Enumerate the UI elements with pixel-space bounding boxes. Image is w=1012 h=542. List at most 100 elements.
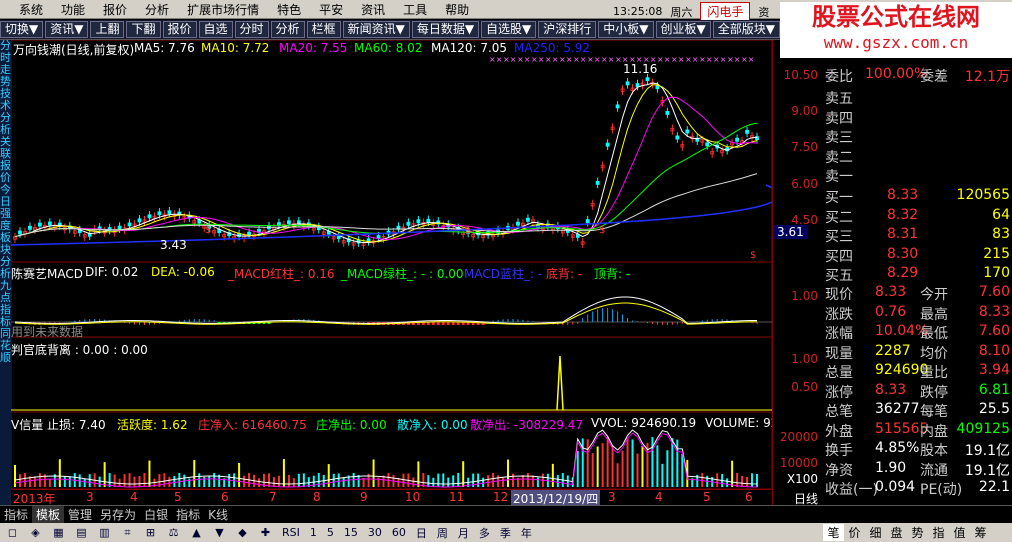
bottom-tab-6[interactable]: K线 (204, 506, 232, 523)
quote-row: 外盘 515565 内盘 409125 (825, 421, 1012, 440)
toolbar-button-8[interactable]: 栏框 (306, 21, 341, 38)
toolbar-button-5[interactable]: 自选 (198, 21, 233, 38)
quote-tab-2[interactable]: 细 (865, 524, 886, 541)
quote-tab-3[interactable]: 盘 (886, 524, 907, 541)
quote-value-a: 1.90 (875, 459, 907, 476)
candle-body (615, 104, 620, 109)
toolbar-icon-4[interactable]: ▥ (94, 524, 115, 541)
menu-item-tools[interactable]: 工具 (394, 1, 436, 18)
toolbar-button-10[interactable]: 每日数据▼ (411, 21, 480, 38)
toolbar-button-15[interactable]: 全部版块▼ (712, 21, 780, 38)
toolbar-icon-7[interactable]: ⚖ (163, 524, 184, 541)
toolbar-button-14[interactable]: 创业板▼ (655, 21, 711, 38)
left-strip-char[interactable]: 顺 (0, 352, 11, 364)
bottom-tab-5[interactable]: 指标 (172, 506, 204, 523)
candle-body (516, 221, 520, 226)
period-button-6[interactable]: 日 (412, 525, 431, 541)
period-button-1[interactable]: 1 (306, 526, 321, 539)
toolbar-icon-1[interactable]: ◈ (25, 524, 46, 541)
sell-row: 卖三 (825, 127, 1012, 146)
menu-item-extended-market[interactable]: 扩展市场行情 (178, 1, 268, 18)
period-button-3[interactable]: 15 (340, 526, 362, 539)
buy-volume: 215 (983, 245, 1010, 262)
bottom-tab-0[interactable]: 指标 (0, 506, 32, 523)
toolbar-icon-10[interactable]: ◆ (232, 524, 253, 541)
quote-row: 总笔 36277 每笔 25.5 (825, 401, 1012, 420)
toolbar-icon-6[interactable]: ⊞ (140, 524, 161, 541)
date-month-later: 6 (745, 490, 753, 504)
price-axis: 10.50 9.00 7.50 6.00 4.50 3.61 1.00 1.00… (772, 40, 822, 506)
period-button-11[interactable]: 年 (517, 525, 536, 541)
quote-label-a: 总量 (825, 365, 853, 381)
chart-area[interactable]: ×× ×× ×× ×× ×× ×× ×× ×× ×× ×× ×× ×× ×× ×× ×× ×× ×× ×× ×× $ $… (11, 40, 778, 505)
bottom-tab-3[interactable]: 另存为 (96, 506, 140, 523)
macd-green: _MACD绿柱_: - : 0.00 (341, 267, 464, 281)
toolbar-button-11[interactable]: 自选股▼ (481, 21, 537, 38)
quote-tab-0[interactable]: 笔 (823, 524, 844, 541)
period-button-2[interactable]: 5 (323, 526, 338, 539)
toolbar-button-4[interactable]: 报价 (162, 21, 197, 38)
quote-label-b: 最低 (920, 326, 948, 342)
ytick-600: 6.00 (791, 177, 818, 191)
menu-item-function[interactable]: 功能 (52, 1, 94, 18)
toolbar-icon-2[interactable]: ▦ (48, 524, 69, 541)
quote-label-b: 内盘 (920, 423, 948, 440)
quote-tab-5[interactable]: 指 (928, 524, 949, 541)
menu-item-system[interactable]: 系统 (10, 1, 52, 18)
period-button-8[interactable]: 月 (454, 525, 473, 541)
candle-body (37, 222, 42, 227)
vol-vvol: VVOL: 924690.19 (591, 416, 697, 430)
toolbar-button-1[interactable]: 资讯▼ (45, 21, 89, 38)
toolbar-icon-3[interactable]: ▤ (71, 524, 92, 541)
toolbar-icon-9[interactable]: ▼ (209, 524, 230, 541)
left-function-strip[interactable]: 分时走势技术分析关联报价今日强度板块分析九点指标同花顺 (0, 40, 11, 505)
toolbar-button-6[interactable]: 分时 (234, 21, 269, 38)
toolbar-icon-5[interactable]: ⌗ (117, 524, 138, 541)
bottom-tab-2[interactable]: 管理 (64, 506, 96, 523)
period-button-4[interactable]: 30 (364, 526, 386, 539)
period-button-7[interactable]: 周 (433, 525, 452, 541)
date-month: 3 (86, 490, 94, 504)
vol-ytick-x100: X100 (786, 472, 818, 486)
toolbar-icon-8[interactable]: ▲ (186, 524, 207, 541)
toolbar-icon-11[interactable]: ✚ (255, 524, 276, 541)
weicha-label: 委差 (920, 69, 948, 85)
quote-row: 现价 8.33 今开 7.60 (825, 284, 1012, 303)
bottom-tab-4[interactable]: 白银 (140, 506, 172, 523)
date-month: 11 (449, 490, 465, 504)
quote-tab-4[interactable]: 势 (907, 524, 928, 541)
toolbar-button-9[interactable]: 新闻资讯▼ (342, 21, 410, 38)
toolbar-button-12[interactable]: 沪深排行 (538, 21, 597, 38)
candle-body (117, 225, 122, 230)
period-button-10[interactable]: 季 (496, 525, 515, 541)
quote-value-b: 409125 (956, 420, 1010, 437)
menu-item-news[interactable]: 资讯 (352, 1, 394, 18)
buy-price: 8.32 (887, 206, 919, 223)
toolbar-button-7[interactable]: 分析 (270, 21, 305, 38)
bottom-tab-1[interactable]: 模板 (32, 506, 65, 523)
flash-trade-button[interactable]: 闪电手 (700, 2, 751, 21)
vol-sin: 散净入: 0.00 (397, 418, 468, 432)
menu-item-feature[interactable]: 特色 (268, 1, 310, 18)
menu-item-analysis[interactable]: 分析 (136, 1, 178, 18)
period-button-5[interactable]: 60 (388, 526, 410, 539)
quote-tab-6[interactable]: 值 (949, 524, 970, 541)
signal-marker: ×× (727, 55, 740, 64)
buy-price: 8.31 (887, 226, 919, 242)
toolbar-button-3[interactable]: 下翻 (126, 21, 161, 38)
menu-item-pingan[interactable]: 平安 (310, 1, 352, 18)
toolbar-icon-0[interactable]: ◻ (2, 524, 23, 541)
quote-value-b: 8.10 (978, 342, 1010, 359)
period-button-0[interactable]: RSI (278, 526, 304, 539)
period-button-9[interactable]: 多 (475, 525, 494, 541)
quote-value-b: 7.60 (978, 284, 1010, 300)
quote-row: 收益(一) 0.094 PE(动) 22.1 (825, 479, 1012, 498)
menu-item-quote[interactable]: 报价 (94, 1, 136, 18)
toolbar-button-13[interactable]: 中小板▼ (598, 21, 654, 38)
toolbar-button-0[interactable]: 切换▼ (0, 21, 44, 38)
toolbar-button-2[interactable]: 上翻 (90, 21, 125, 38)
buy-row: 买五 8.29 170 (825, 265, 1012, 284)
menu-item-help[interactable]: 帮助 (436, 1, 478, 18)
quote-tab-7[interactable]: 筹 (970, 524, 991, 541)
quote-tab-1[interactable]: 价 (844, 524, 865, 541)
